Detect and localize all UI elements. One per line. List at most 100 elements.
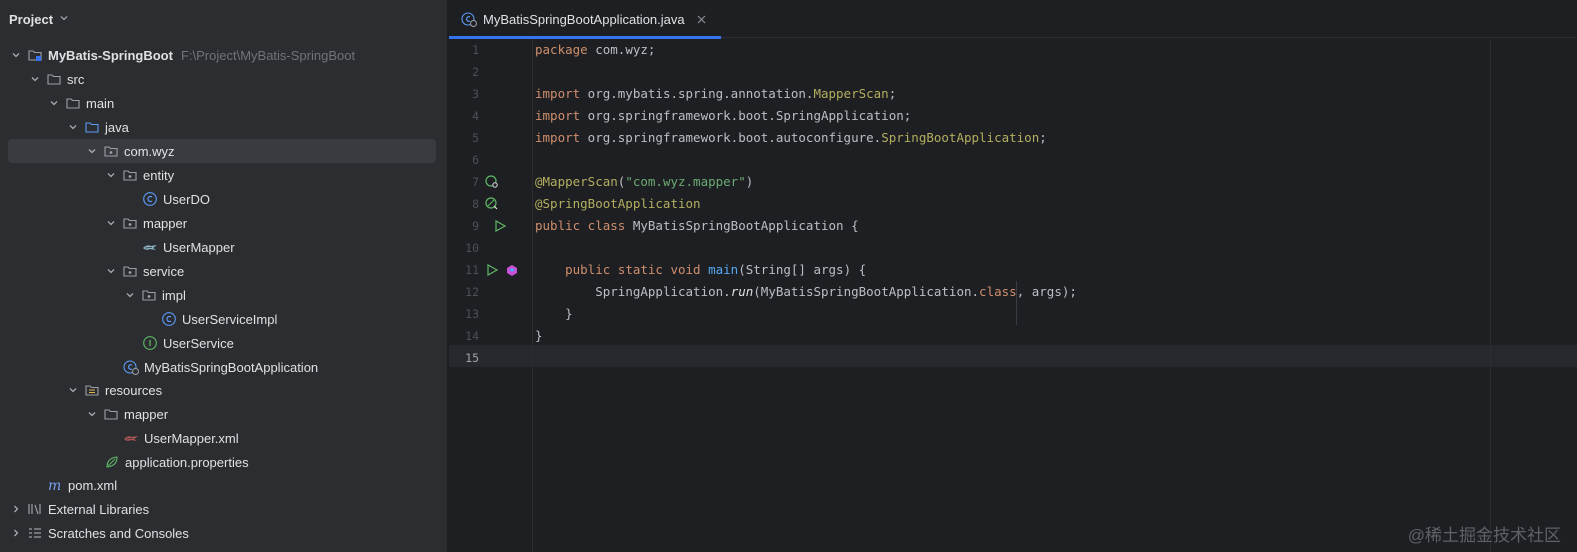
- tree-item-label: UserMapper: [163, 239, 235, 255]
- tree-item-label: UserServiceImpl: [182, 311, 278, 327]
- code-line-11: public static void main(String[] args) {: [535, 259, 1575, 281]
- line-number: 7: [472, 175, 479, 189]
- close-icon[interactable]: [697, 12, 706, 27]
- line-number: 1: [472, 43, 479, 57]
- line-number: 15: [465, 351, 479, 365]
- maven-icon: m: [47, 477, 63, 493]
- line-number: 12: [465, 285, 479, 299]
- tree-item-userdo[interactable]: UserDO: [0, 187, 440, 211]
- code-line-5: import org.springframework.boot.autoconf…: [535, 127, 1575, 149]
- chevron-right-icon[interactable]: [9, 528, 23, 538]
- chevron-down-icon[interactable]: [66, 385, 80, 395]
- tree-item-scratches[interactable]: Scratches and Consoles: [0, 521, 440, 545]
- line-number: 4: [472, 109, 479, 123]
- package-icon: [122, 167, 138, 183]
- class-icon: [142, 191, 158, 207]
- chevron-down-icon[interactable]: [85, 409, 99, 419]
- code-token: "com.wyz.mapper": [625, 174, 746, 189]
- chevron-down-icon[interactable]: [66, 122, 80, 132]
- tree-item-mapper-package[interactable]: mapper: [0, 211, 440, 235]
- chevron-down-icon[interactable]: [85, 146, 99, 156]
- line-number: 3: [472, 87, 479, 101]
- chevron-down-icon[interactable]: [104, 266, 118, 276]
- tree-item-resources[interactable]: resources: [0, 378, 440, 402]
- editor-gutter[interactable]: 1 2 3 4 5 6 7 8 9 10 11 12 13 14 15: [449, 39, 533, 552]
- chevron-down-icon[interactable]: [47, 98, 61, 108]
- tree-item-service[interactable]: service: [0, 259, 440, 283]
- tree-item-application-properties[interactable]: application.properties: [0, 450, 440, 474]
- tree-item-src[interactable]: src: [0, 67, 440, 91]
- tree-item-project-root[interactable]: MyBatis-SpringBoot F:\Project\MyBatis-Sp…: [0, 43, 440, 67]
- tree-item-com-wyz[interactable]: com.wyz: [8, 139, 436, 163]
- package-icon: [103, 143, 119, 159]
- tree-item-label: com.wyz: [124, 143, 175, 159]
- tree-item-label: UserDO: [163, 191, 210, 207]
- code-token: import: [535, 130, 581, 145]
- spring-bean-gutter-icon[interactable]: [485, 197, 499, 211]
- chevron-down-icon[interactable]: [123, 290, 137, 300]
- line-number: 9: [472, 219, 479, 233]
- spring-properties-icon: [104, 454, 120, 470]
- code-token: import: [535, 108, 581, 123]
- code-token: , args);: [1016, 284, 1077, 299]
- code-token: ;: [888, 86, 897, 101]
- mybatis-xml-icon: [123, 430, 139, 446]
- chevron-down-icon[interactable]: [9, 50, 23, 60]
- project-header[interactable]: Project: [0, 0, 448, 38]
- line-number: 11: [465, 263, 479, 277]
- tree-item-label: resources: [105, 382, 163, 398]
- tree-item-userservice[interactable]: UserService: [0, 331, 440, 355]
- code-token: }: [535, 328, 543, 343]
- chevron-down-icon[interactable]: [59, 13, 69, 26]
- code-editor[interactable]: MyBatisSpringBootApplication.java 1 2 3 …: [449, 0, 1577, 552]
- chevron-right-icon[interactable]: [9, 504, 23, 514]
- code-token: org.springframework.boot.SpringApplicati…: [580, 108, 912, 123]
- editor-tab[interactable]: MyBatisSpringBootApplication.java: [449, 0, 721, 39]
- code-token: (String[] args) {: [738, 262, 867, 277]
- code-line-4: import org.springframework.boot.SpringAp…: [535, 105, 1575, 127]
- code-token: }: [535, 306, 573, 321]
- tree-item-pom-xml[interactable]: m pom.xml: [0, 473, 440, 497]
- mapper-scan-gutter-icon[interactable]: [485, 175, 499, 189]
- chevron-down-icon[interactable]: [28, 74, 42, 84]
- tree-item-label: Scratches and Consoles: [48, 525, 189, 541]
- tree-item-label: UserMapper.xml: [144, 430, 239, 446]
- project-title[interactable]: Project: [9, 12, 53, 27]
- code-token: package: [535, 42, 588, 57]
- code-line-9: public class MyBatisSpringBootApplicatio…: [535, 215, 1575, 237]
- tree-item-label: UserService: [163, 335, 234, 351]
- code-token: class: [979, 284, 1017, 299]
- code-token: main: [708, 262, 739, 277]
- package-icon: [122, 215, 138, 231]
- code-line-1: package com.wyz;: [535, 39, 1575, 61]
- tree-item-java[interactable]: java: [0, 115, 440, 139]
- tree-item-userserviceimpl[interactable]: UserServiceImpl: [0, 307, 440, 331]
- spring-boot-class-icon: [123, 359, 139, 375]
- run-icon[interactable]: [485, 263, 499, 277]
- tree-item-label: application.properties: [125, 454, 249, 470]
- folder-icon: [65, 95, 81, 111]
- tree-item-label: impl: [162, 287, 186, 303]
- line-number: 2: [472, 65, 479, 79]
- run-icon[interactable]: [493, 219, 507, 233]
- tree-item-mapper-folder[interactable]: mapper: [0, 402, 440, 426]
- tree-item-main[interactable]: main: [0, 91, 440, 115]
- mybatis-mapper-icon: [142, 239, 158, 255]
- code-token: ): [745, 174, 754, 189]
- code-line-13: }: [535, 303, 1575, 325]
- tree-item-usermapper[interactable]: UserMapper: [0, 235, 440, 259]
- code-token: (MyBatisSpringBootApplication.: [753, 284, 980, 299]
- code-area[interactable]: package com.wyz; import org.mybatis.spri…: [535, 39, 1575, 552]
- plugin-marker-icon[interactable]: [505, 263, 519, 277]
- chevron-down-icon[interactable]: [104, 170, 118, 180]
- tree-item-entity[interactable]: entity: [0, 163, 440, 187]
- tab-label[interactable]: MyBatisSpringBootApplication.java: [483, 12, 685, 27]
- tree-item-external-libraries[interactable]: External Libraries: [0, 497, 440, 521]
- tree-item-usermapper-xml[interactable]: UserMapper.xml: [0, 426, 440, 450]
- package-icon: [141, 287, 157, 303]
- tree-item-impl[interactable]: impl: [0, 283, 440, 307]
- resources-folder-icon: [84, 382, 100, 398]
- code-line-8: @SpringBootApplication: [535, 193, 1575, 215]
- tree-item-application-class[interactable]: MyBatisSpringBootApplication: [0, 355, 440, 379]
- chevron-down-icon[interactable]: [104, 218, 118, 228]
